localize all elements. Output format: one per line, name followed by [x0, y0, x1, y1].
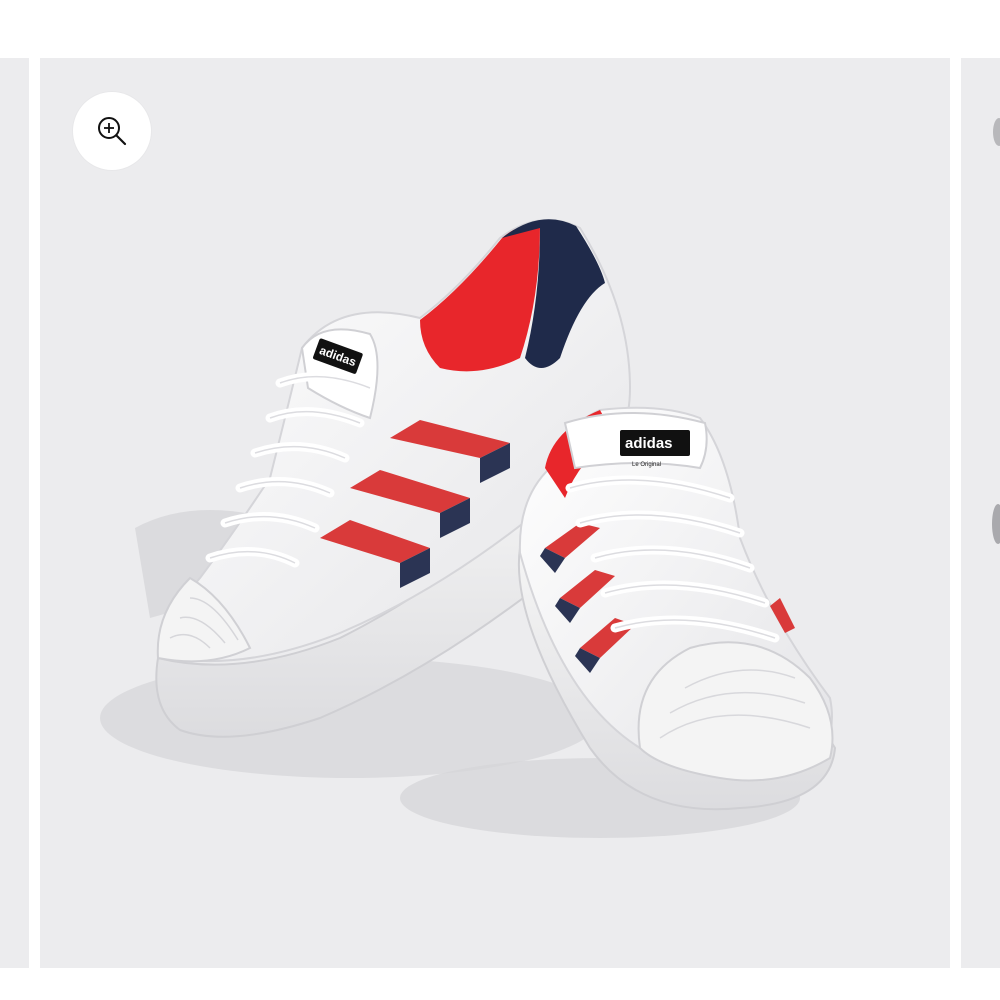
- right-shoe: adidas Le Original: [517, 406, 837, 811]
- svg-text:adidas: adidas: [625, 435, 673, 452]
- next-slide-thumbnail: [992, 118, 1000, 544]
- next-slide-peek[interactable]: [961, 58, 1000, 968]
- product-image[interactable]: adidas adidas Le Original: [40, 58, 950, 968]
- zoom-in-icon: [98, 117, 127, 146]
- previous-slide-peek[interactable]: [0, 58, 29, 968]
- product-page: adidas adidas Le Original: [0, 0, 1000, 1000]
- zoom-button[interactable]: [73, 92, 151, 170]
- svg-text:Le Original: Le Original: [632, 462, 661, 468]
